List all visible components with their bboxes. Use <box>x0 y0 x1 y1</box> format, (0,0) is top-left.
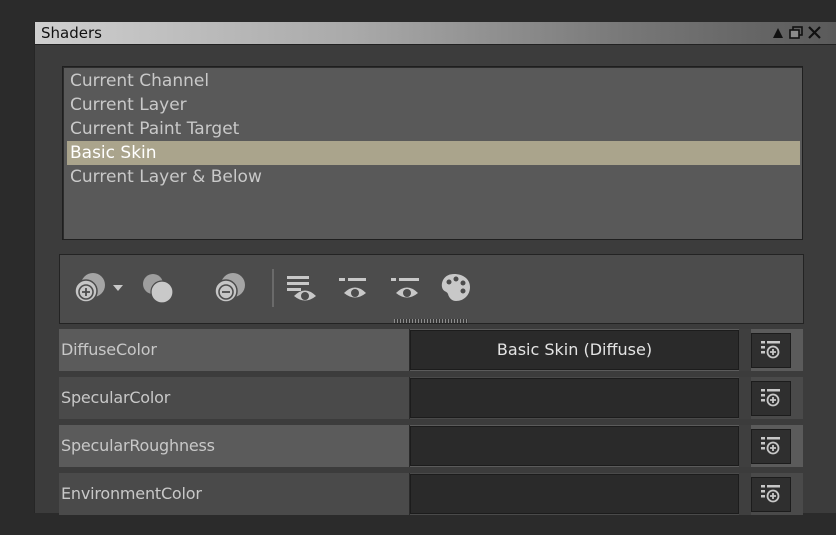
add-map-icon <box>760 435 782 459</box>
add-map-icon <box>760 483 782 507</box>
row-gap <box>739 425 751 467</box>
view-all-channels-icon[interactable] <box>284 269 320 307</box>
panel-titlebar[interactable]: Shaders <box>35 22 836 45</box>
list-item-current-layer[interactable]: Current Layer <box>67 93 800 117</box>
row-gap <box>739 473 751 515</box>
row-gap <box>739 329 751 371</box>
property-value-field[interactable]: Basic Skin (Diffuse) <box>410 330 739 370</box>
add-map-button[interactable] <box>751 333 791 368</box>
property-row-environmentcolor: EnvironmentColor <box>59 473 803 515</box>
add-map-button[interactable] <box>751 381 791 416</box>
triangle-up-icon[interactable] <box>769 24 786 41</box>
property-row-diffusecolor: DiffuseColor Basic Skin (Diffuse) <box>59 329 803 371</box>
shader-toolbar <box>59 254 804 324</box>
resize-grip[interactable] <box>394 319 468 323</box>
shader-stack-list[interactable]: Current Channel Current Layer Current Pa… <box>62 66 803 240</box>
list-item-current-paint-target[interactable]: Current Paint Target <box>67 117 800 141</box>
view-selected-icon[interactable] <box>388 269 424 307</box>
list-item-basic-skin[interactable]: Basic Skin <box>67 141 800 165</box>
toolbar-separator <box>272 269 274 307</box>
property-value-field[interactable] <box>410 474 739 514</box>
property-label: DiffuseColor <box>61 340 157 359</box>
property-value-field[interactable] <box>410 426 739 466</box>
shaders-panel: Shaders Current Channel Current Layer Cu… <box>34 22 836 515</box>
view-channel-icon[interactable] <box>336 269 372 307</box>
add-map-icon <box>760 339 782 363</box>
add-map-icon <box>760 387 782 411</box>
list-item-current-channel[interactable]: Current Channel <box>67 69 800 93</box>
dropdown-arrow-icon[interactable] <box>108 269 128 307</box>
close-icon[interactable] <box>806 24 823 41</box>
shader-properties: DiffuseColor Basic Skin (Diffuse) Specul… <box>59 329 803 535</box>
property-label: EnvironmentColor <box>61 484 202 503</box>
property-label: SpecularRoughness <box>61 436 215 455</box>
property-row-specularroughness: SpecularRoughness <box>59 425 803 467</box>
row-gap <box>739 377 751 419</box>
property-value-field[interactable] <box>410 378 739 418</box>
add-map-button[interactable] <box>751 477 791 512</box>
property-label: SpecularColor <box>61 388 171 407</box>
paint-palette-icon[interactable] <box>438 269 474 307</box>
add-map-button[interactable] <box>751 429 791 464</box>
list-item-current-layer-and-below[interactable]: Current Layer & Below <box>67 165 800 189</box>
add-shader-icon[interactable] <box>72 269 108 307</box>
duplicate-shader-icon[interactable] <box>140 269 176 307</box>
remove-shader-icon[interactable] <box>212 269 248 307</box>
float-window-icon[interactable] <box>787 24 804 41</box>
panel-title: Shaders <box>41 24 102 42</box>
property-row-specularcolor: SpecularColor <box>59 377 803 419</box>
